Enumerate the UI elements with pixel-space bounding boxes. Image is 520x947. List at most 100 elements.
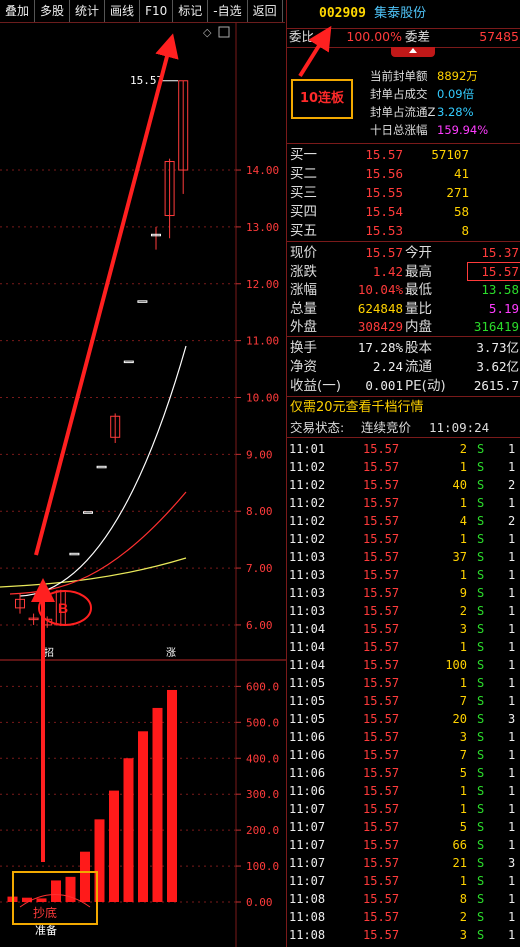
tick-row[interactable]: 11:04 15.57 3 S 1 bbox=[287, 620, 520, 638]
tick-p: 15.57 bbox=[363, 874, 400, 888]
tick-p: 15.57 bbox=[363, 730, 400, 744]
toolbar-button-4[interactable]: F10 bbox=[140, 0, 174, 22]
tick-s: S bbox=[477, 532, 485, 546]
tick-t: 11:02 bbox=[289, 496, 326, 510]
tick-row[interactable]: 11:04 15.57 100 S 1 bbox=[287, 656, 520, 674]
toolbar-button-5[interactable]: 标记 bbox=[173, 0, 209, 22]
toolbar-button-0[interactable]: 叠加 bbox=[0, 0, 36, 22]
tick-v: 7 bbox=[459, 694, 467, 708]
tick-row[interactable]: 11:03 15.57 37 S 1 bbox=[287, 548, 520, 566]
tick-n: 1 bbox=[508, 460, 516, 474]
toolbar-button-3[interactable]: 画线 bbox=[105, 0, 141, 22]
tick-row[interactable]: 11:06 15.57 7 S 1 bbox=[287, 746, 520, 764]
tick-p: 15.57 bbox=[363, 622, 400, 636]
tick-row[interactable]: 11:05 15.57 7 S 1 bbox=[287, 692, 520, 710]
tick-row[interactable]: 11:07 15.57 21 S 3 bbox=[287, 854, 520, 872]
tick-row[interactable]: 11:02 15.57 1 S 1 bbox=[287, 494, 520, 512]
collapse-toggle[interactable] bbox=[391, 47, 435, 57]
tick-v: 8 bbox=[459, 892, 467, 906]
tick-row[interactable]: 11:02 15.57 4 S 2 bbox=[287, 512, 520, 530]
tick-s: S bbox=[477, 514, 485, 528]
tick-row[interactable]: 11:07 15.57 1 S 1 bbox=[287, 872, 520, 890]
quote-value: 308429 bbox=[357, 319, 403, 335]
tick-t: 11:07 bbox=[289, 874, 326, 888]
tick-n: 1 bbox=[508, 820, 516, 834]
price-tick-label: 14.00 bbox=[246, 164, 279, 177]
tick-n: 1 bbox=[508, 676, 516, 690]
tick-v: 100 bbox=[445, 658, 467, 672]
tick-row[interactable]: 11:02 15.57 1 S 1 bbox=[287, 530, 520, 548]
tick-s: S bbox=[477, 928, 485, 942]
tick-row[interactable]: 11:03 15.57 1 S 1 bbox=[287, 566, 520, 584]
tick-row[interactable]: 11:02 15.57 40 S 2 bbox=[287, 476, 520, 494]
bid-price: 15.56 bbox=[365, 166, 403, 181]
chevron-up-icon bbox=[409, 48, 417, 53]
tick-row[interactable]: 11:07 15.57 1 S 1 bbox=[287, 800, 520, 818]
price-tick-label: 8.00 bbox=[246, 505, 273, 518]
tick-n: 2 bbox=[508, 478, 516, 492]
volume-bar bbox=[109, 790, 119, 902]
tick-row[interactable]: 11:05 15.57 20 S 3 bbox=[287, 710, 520, 728]
bid-price: 15.57 bbox=[365, 147, 403, 162]
tick-row[interactable]: 11:03 15.57 2 S 1 bbox=[287, 602, 520, 620]
tick-row[interactable]: 11:04 15.57 1 S 1 bbox=[287, 638, 520, 656]
tick-v: 1 bbox=[459, 460, 467, 474]
weicha-value: 57485 bbox=[479, 29, 519, 44]
kline-chart[interactable]: 14.00 13.00 12.00 11.00 10.00 9.00 8.00 7.00 6.0… bbox=[0, 22, 286, 947]
tick-row[interactable]: 11:07 15.57 66 S 1 bbox=[287, 836, 520, 854]
tick-v: 1 bbox=[459, 874, 467, 888]
tick-p: 15.57 bbox=[363, 604, 400, 618]
vol-tick-label: 0.00 bbox=[246, 896, 273, 909]
quote-label: 最高 bbox=[405, 263, 432, 280]
tick-t: 11:02 bbox=[289, 478, 326, 492]
tick-row[interactable]: 11:06 15.57 3 S 1 bbox=[287, 728, 520, 746]
trade-status-time: 11:09:24 bbox=[429, 420, 490, 435]
tick-row[interactable]: 11:08 15.57 2 S 1 bbox=[287, 908, 520, 926]
promo-link[interactable]: 仅需20元查看千档行情 bbox=[287, 399, 520, 417]
toolbar-button-7[interactable]: 返回 bbox=[248, 0, 283, 22]
bid-label: 买四 bbox=[290, 204, 317, 220]
price-tick-label: 9.00 bbox=[246, 448, 273, 461]
tick-row[interactable]: 11:05 15.57 1 S 1 bbox=[287, 674, 520, 692]
toolbar-button-6[interactable]: -自选 bbox=[208, 0, 248, 22]
seal-row: 十日总涨幅 159.94% bbox=[287, 121, 520, 139]
tick-s: S bbox=[477, 748, 485, 762]
tick-row[interactable]: 11:06 15.57 5 S 1 bbox=[287, 764, 520, 782]
fund-value: 0.001 bbox=[365, 378, 403, 393]
tick-s: S bbox=[477, 460, 485, 474]
vol-tick-label: 300.0 bbox=[246, 788, 279, 801]
tick-s: S bbox=[477, 712, 485, 726]
tick-row[interactable]: 11:08 15.57 3 S 1 bbox=[287, 926, 520, 944]
vol-tick-label: 200.0 bbox=[246, 824, 279, 837]
tick-t: 11:06 bbox=[289, 784, 326, 798]
volume-bar bbox=[94, 819, 105, 902]
seal-label: 当前封单额 bbox=[370, 69, 428, 83]
bid-label: 买二 bbox=[290, 166, 317, 182]
tick-row[interactable]: 11:03 15.57 9 S 1 bbox=[287, 584, 520, 602]
tick-v: 1 bbox=[459, 532, 467, 546]
fund-label: 股本 bbox=[405, 340, 432, 356]
toolbar-button-2[interactable]: 统计 bbox=[70, 0, 106, 22]
quote-value: 15.57 bbox=[365, 245, 403, 260]
tick-p: 15.57 bbox=[363, 694, 400, 708]
tick-p: 15.57 bbox=[363, 658, 400, 672]
tick-n: 1 bbox=[508, 658, 516, 672]
tick-row[interactable]: 11:06 15.57 1 S 1 bbox=[287, 782, 520, 800]
tick-row[interactable]: 11:02 15.57 1 S 1 bbox=[287, 458, 520, 476]
tick-t: 11:05 bbox=[289, 676, 326, 690]
tick-row[interactable]: 11:08 15.57 8 S 1 bbox=[287, 890, 520, 908]
tick-p: 15.57 bbox=[363, 640, 400, 654]
tick-t: 11:07 bbox=[289, 838, 326, 852]
tick-row[interactable]: 11:07 15.57 5 S 1 bbox=[287, 818, 520, 836]
tick-p: 15.57 bbox=[363, 910, 400, 924]
bid-label: 买三 bbox=[290, 185, 317, 201]
tick-row[interactable]: 11:01 15.57 2 S 1 bbox=[287, 440, 520, 458]
tick-t: 11:04 bbox=[289, 640, 326, 654]
fund-label: 收益(一) bbox=[290, 378, 342, 394]
ma-line-short bbox=[19, 345, 187, 597]
toolbar-button-1[interactable]: 多股 bbox=[35, 0, 71, 22]
chart-area[interactable]: 14.00 13.00 12.00 11.00 10.00 9.00 8.00 7.00 6.0… bbox=[0, 22, 286, 947]
tick-s: S bbox=[477, 820, 485, 834]
tick-p: 15.57 bbox=[363, 550, 400, 564]
window-icon bbox=[218, 26, 230, 38]
